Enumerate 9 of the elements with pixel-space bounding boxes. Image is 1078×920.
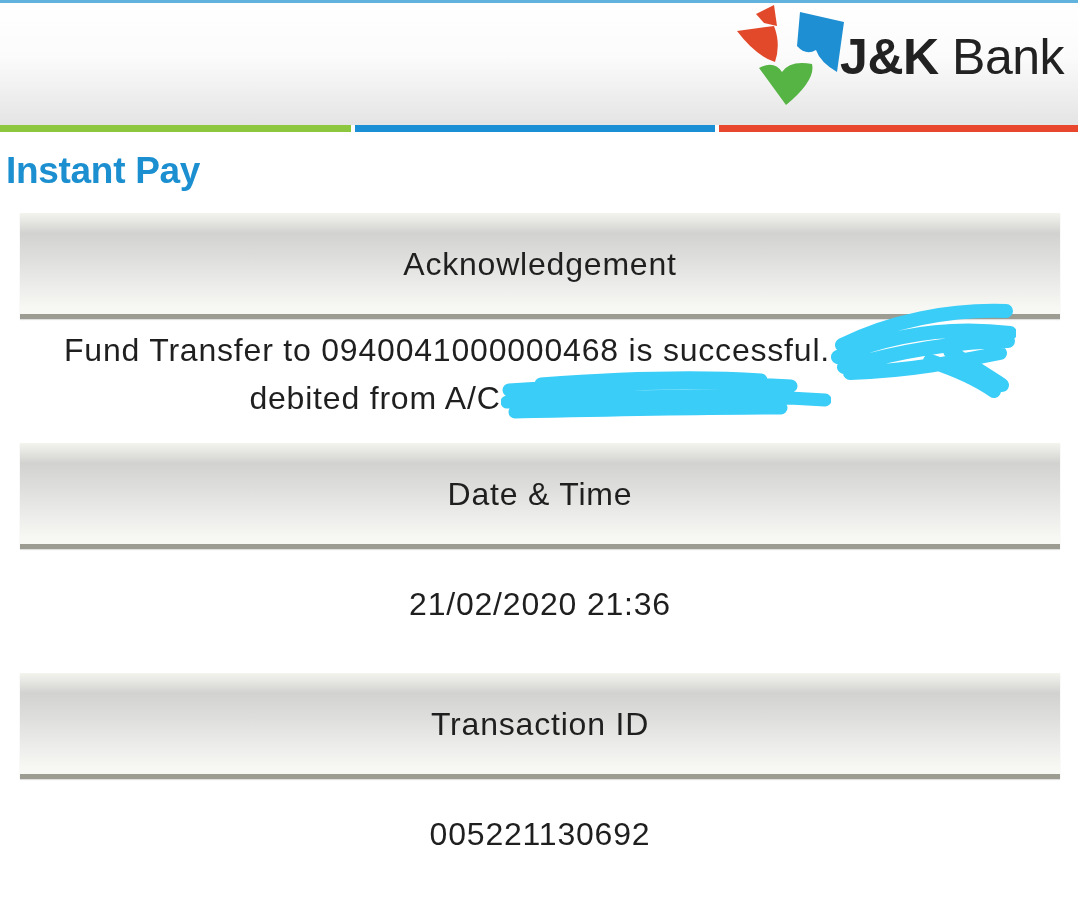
value-text: 005221130692 — [429, 815, 651, 855]
value-text: debited from A/C — [249, 379, 501, 419]
section-heading: Date & Time — [447, 474, 633, 514]
value-text: 21/02/2020 21:36 — [409, 585, 671, 625]
section-heading: Transaction ID — [430, 704, 650, 744]
page-title: Instant Pay — [6, 149, 202, 193]
value-text: Fund Transfer to 0940041000000468 is successful. — [64, 331, 830, 371]
logo-text: J&K Bank — [840, 32, 1064, 82]
section-heading: Acknowledgement — [403, 244, 677, 284]
